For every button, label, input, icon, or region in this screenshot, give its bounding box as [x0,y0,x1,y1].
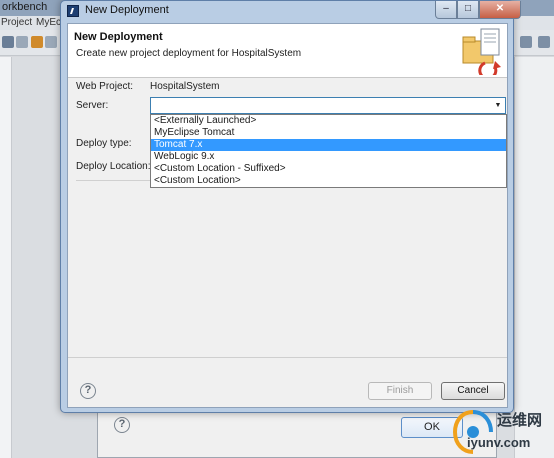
cancel-button[interactable]: Cancel [441,382,505,400]
deploy-location-label: Deploy Location: [76,161,151,172]
window-controls: – □ ✕ [435,1,521,19]
wizard-header: New Deployment Create new project deploy… [68,24,507,78]
left-panel [0,57,12,458]
window-title: New Deployment [85,4,169,16]
chevron-down-icon[interactable]: ▼ [491,98,505,113]
web-project-value: HospitalSystem [150,81,220,92]
footer-divider [68,357,507,358]
help-icon[interactable]: ? [80,383,96,399]
minimize-button[interactable]: – [435,1,457,19]
maximize-button[interactable]: □ [457,1,479,19]
dropdown-option[interactable]: <Custom Location> [151,175,506,187]
deploy-type-label: Deploy type: [76,138,132,149]
page-title: New Deployment [74,31,163,43]
watermark-name: 运维网 [497,412,543,429]
dropdown-icon[interactable] [16,36,28,48]
server-combo[interactable]: ▼ [150,97,506,114]
page-description: Create new project deployment for Hospit… [76,48,302,59]
dropdown-option-selected[interactable]: Tomcat 7.x [151,139,506,151]
server-dropdown-list[interactable]: <Externally Launched> MyEclipse Tomcat T… [150,114,507,188]
dropdown-option[interactable]: WebLogic 9.x [151,151,506,163]
new-deployment-window: New Deployment – □ ✕ New Deployment Crea… [60,0,521,413]
close-button[interactable]: ✕ [479,1,521,19]
toolbar-icon[interactable] [538,36,550,48]
watermark-domain: iyunv.com [467,435,531,450]
toolbar-icon[interactable] [2,36,14,48]
help-icon[interactable]: ? [114,417,130,433]
menu-item-myeclipse[interactable]: MyEc [36,17,61,28]
finish-button: Finish [368,382,432,400]
toolbar-icon[interactable] [520,36,532,48]
menu-item-project[interactable]: Project [1,17,32,28]
right-panel [514,57,554,458]
workbench-title: orkbench [2,1,48,13]
dropdown-option[interactable]: <Externally Launched> [151,115,506,127]
app-logo-icon [67,5,79,17]
watermark: 运维网 iyunv.com [447,405,554,458]
deployment-wizard-icon [462,28,501,75]
dropdown-option[interactable]: MyEclipse Tomcat [151,127,506,139]
dropdown-option[interactable]: <Custom Location - Suffixed> [151,163,506,175]
dialog-client: New Deployment Create new project deploy… [67,23,508,408]
server-label: Server: [76,100,109,111]
dropdown-icon[interactable] [45,36,57,48]
web-project-label: Web Project: [76,81,134,92]
toolbar-icon[interactable] [31,36,43,48]
